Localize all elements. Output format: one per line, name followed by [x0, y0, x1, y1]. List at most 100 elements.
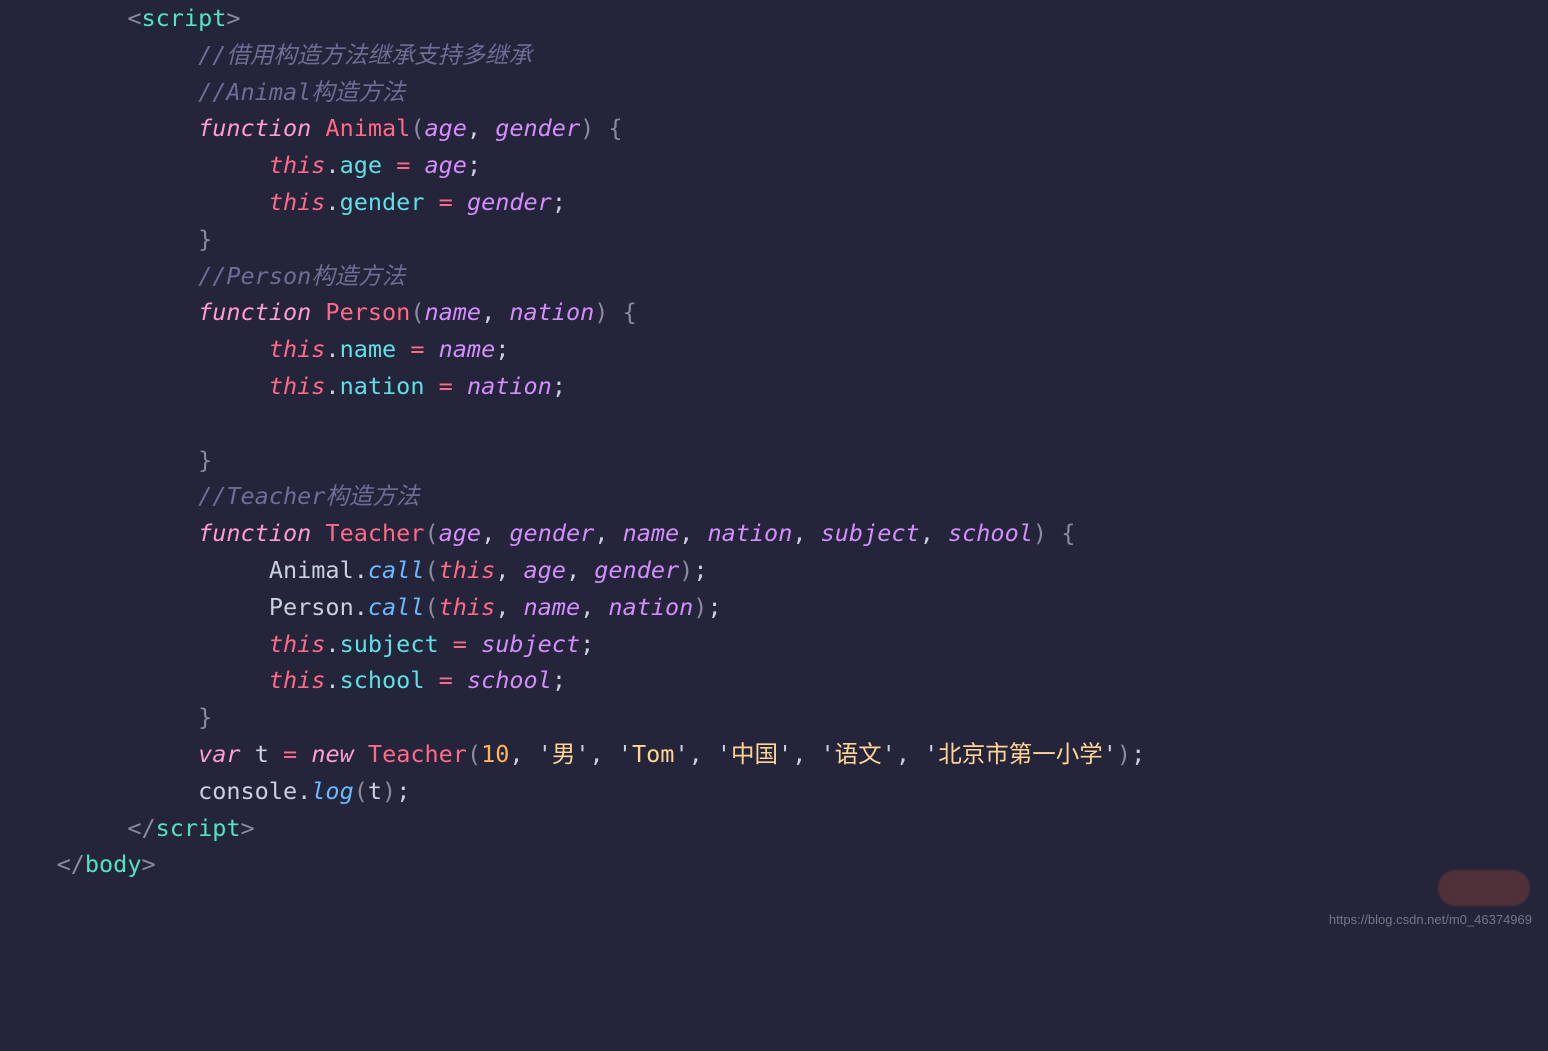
code-token: this	[269, 666, 326, 694]
code-token: Tom	[632, 740, 674, 768]
code-token: script	[142, 4, 227, 32]
code-token: this	[269, 630, 326, 658]
code-token: school	[340, 666, 425, 694]
php-watermark-icon	[1438, 870, 1530, 906]
code-token: this	[269, 335, 326, 363]
code-token: Animal	[325, 114, 410, 142]
code-token: age	[340, 151, 382, 179]
code-line: }	[0, 446, 212, 474]
code-token	[424, 666, 438, 694]
code-token: name	[439, 335, 496, 363]
code-token: gender	[495, 114, 580, 142]
code-token: nation	[467, 372, 552, 400]
code-line: var t = new Teacher(10, '男', 'Tom', '中国'…	[0, 740, 1145, 768]
code-token: //Animal构造方法	[198, 78, 405, 106]
code-line: }	[0, 703, 212, 731]
code-token	[424, 188, 438, 216]
code-token	[311, 519, 325, 547]
code-token	[297, 740, 311, 768]
code-block: <script> //借用构造方法继承支持多继承 //Animal构造方法 fu…	[0, 0, 1548, 883]
code-token: school	[948, 519, 1033, 547]
code-token: {	[1061, 519, 1075, 547]
code-token: ,	[689, 740, 717, 768]
code-token: {	[608, 114, 622, 142]
code-token: {	[623, 298, 637, 326]
code-token: =	[439, 188, 453, 216]
code-token: subject	[481, 630, 580, 658]
code-token: ;	[1131, 740, 1145, 768]
code-token: }	[198, 446, 212, 474]
code-token	[269, 740, 283, 768]
code-token: ,	[495, 593, 523, 621]
code-token: '	[924, 740, 938, 768]
code-line: function Animal(age, gender) {	[0, 114, 623, 142]
code-token: 10	[481, 740, 509, 768]
code-token: >	[226, 4, 240, 32]
code-token: this	[269, 188, 326, 216]
code-token: function	[198, 298, 311, 326]
code-token: (	[410, 298, 424, 326]
code-token: .	[297, 777, 311, 805]
code-token	[311, 114, 325, 142]
code-token: name	[424, 298, 481, 326]
code-token: =	[396, 151, 410, 179]
code-line: this.subject = subject;	[0, 630, 594, 658]
code-token: (	[424, 556, 438, 584]
code-token: t	[255, 740, 269, 768]
code-token: //借用构造方法继承支持多继承	[198, 41, 532, 69]
code-token: '	[821, 740, 835, 768]
code-line: this.age = age;	[0, 151, 481, 179]
code-line: //Teacher构造方法	[0, 482, 419, 510]
code-token: nation	[608, 593, 693, 621]
code-token: ,	[590, 740, 618, 768]
code-token: )	[1117, 740, 1131, 768]
code-token: log	[311, 777, 353, 805]
code-token: '	[1103, 740, 1117, 768]
code-token: =	[410, 335, 424, 363]
code-token: name	[524, 593, 581, 621]
code-line: function Person(name, nation) {	[0, 298, 637, 326]
code-token	[382, 151, 396, 179]
code-token: ;	[693, 556, 707, 584]
code-token: age	[424, 114, 466, 142]
code-token	[608, 298, 622, 326]
code-token: this	[439, 593, 496, 621]
code-token: 北京市第一小学	[938, 740, 1103, 768]
code-token: name	[340, 335, 397, 363]
code-line: this.nation = nation;	[0, 372, 566, 400]
code-token: )	[1033, 519, 1047, 547]
code-line: console.log(t);	[0, 777, 410, 805]
code-line: //Animal构造方法	[0, 78, 405, 106]
code-token: (	[410, 114, 424, 142]
code-token: .	[354, 556, 368, 584]
code-line: </body>	[0, 850, 156, 878]
code-token: this	[269, 372, 326, 400]
code-token	[410, 151, 424, 179]
code-token: ,	[792, 519, 820, 547]
code-token: '	[674, 740, 688, 768]
code-token: nation	[707, 519, 792, 547]
code-token: name	[623, 519, 680, 547]
code-token: Person	[325, 298, 410, 326]
code-token: '	[717, 740, 731, 768]
code-token: console	[198, 777, 297, 805]
code-token	[439, 630, 453, 658]
code-token: ,	[920, 519, 948, 547]
code-token: ;	[552, 666, 566, 694]
code-token: </	[127, 814, 155, 842]
code-token	[311, 298, 325, 326]
code-token: ,	[481, 519, 509, 547]
code-token: ;	[396, 777, 410, 805]
code-token: '	[882, 740, 896, 768]
code-token: .	[325, 372, 339, 400]
code-token: gender	[509, 519, 594, 547]
code-token: nation	[340, 372, 425, 400]
code-token: ;	[495, 335, 509, 363]
code-line: function Teacher(age, gender, name, nati…	[0, 519, 1075, 547]
code-token: 中国	[731, 740, 778, 768]
code-token: }	[198, 225, 212, 253]
code-line: this.gender = gender;	[0, 188, 566, 216]
code-token: ;	[552, 372, 566, 400]
code-line: this.school = school;	[0, 666, 566, 694]
code-token: )	[679, 556, 693, 584]
